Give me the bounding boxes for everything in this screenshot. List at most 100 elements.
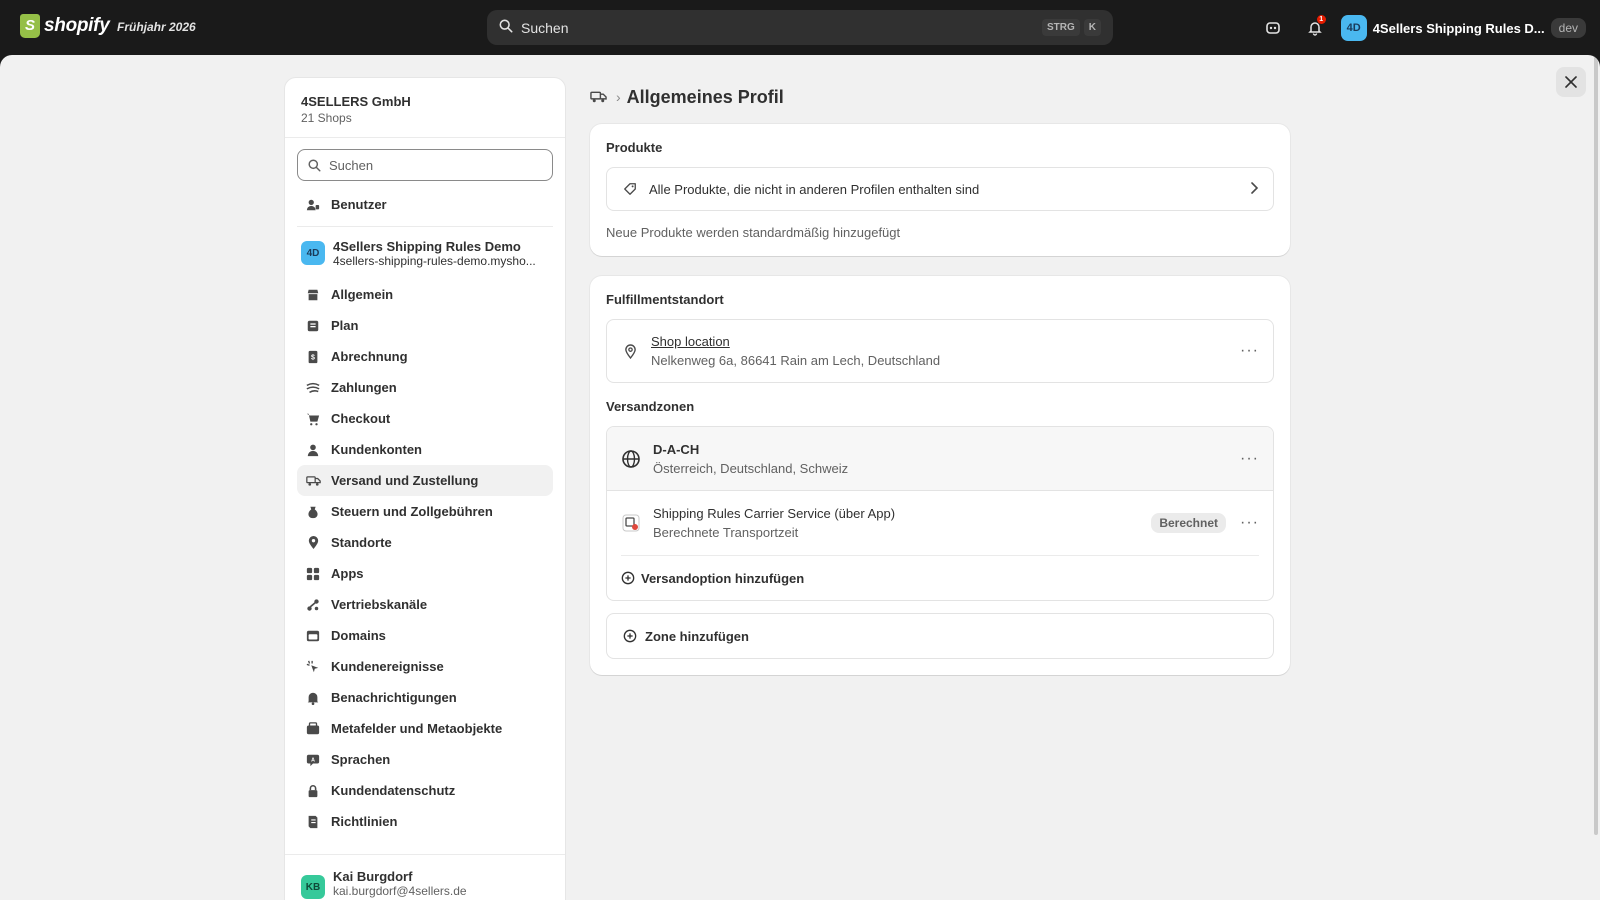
zone-more-icon[interactable]: ··· xyxy=(1240,450,1259,468)
org-name: 4SELLERS GmbH xyxy=(301,94,411,109)
store-avatar[interactable]: 4D xyxy=(1340,15,1367,41)
sidebar-item-events[interactable]: Kundenereignisse xyxy=(297,651,553,682)
sidebar-item-label: Versand und Zustellung xyxy=(331,473,479,488)
shortcut-ctrl: STRG xyxy=(1041,19,1080,36)
shopify-bag-icon xyxy=(20,14,40,38)
breadcrumb: › Allgemeines Profil xyxy=(590,77,1290,117)
chevron-right-icon: › xyxy=(616,89,621,105)
sidebar-item-label: Kundenereignisse xyxy=(331,659,444,674)
apps-icon xyxy=(305,566,321,582)
store-switcher-name[interactable]: 4Sellers Shipping Rules D... xyxy=(1373,21,1545,36)
sidebar-item-label: Kundenkonten xyxy=(331,442,422,457)
add-zone-button[interactable]: Zone hinzufügen xyxy=(606,613,1274,659)
svg-text:A: A xyxy=(311,757,315,763)
settings-search-input[interactable]: Suchen xyxy=(297,149,553,181)
divider xyxy=(297,226,553,227)
scrollbar[interactable] xyxy=(1594,55,1598,835)
settings-search-placeholder: Suchen xyxy=(329,157,374,173)
sidebar-item-label: Benachrichtigungen xyxy=(331,690,457,705)
lock-icon xyxy=(305,783,321,799)
fulfillment-card-title: Fulfillmentstandort xyxy=(606,292,724,307)
location-more-icon[interactable]: ··· xyxy=(1240,342,1259,360)
sidebar-item-truck[interactable]: Versand und Zustellung xyxy=(297,465,553,496)
language-icon: A xyxy=(305,752,321,768)
store-domain: 4sellers-shipping-rules-demo.mysho... xyxy=(333,253,536,268)
sidebar-item-channels[interactable]: Vertriebskanäle xyxy=(297,589,553,620)
sidebar-item-metafields[interactable]: Metafelder und Metaobjekte xyxy=(297,713,553,744)
sidekick-icon[interactable] xyxy=(1257,13,1289,43)
zones-title: Versandzonen xyxy=(606,399,695,414)
truck-icon xyxy=(305,473,321,489)
sidebar-item-label: Metafelder und Metaobjekte xyxy=(331,721,503,736)
sidebar-store-item[interactable]: 4D 4Sellers Shipping Rules Demo 4sellers… xyxy=(297,233,553,273)
rate-more-icon[interactable]: ··· xyxy=(1240,514,1259,532)
sidebar-item-bell[interactable]: Benachrichtigungen xyxy=(297,682,553,713)
shortcut-k: K xyxy=(1083,19,1101,36)
store-name: 4Sellers Shipping Rules Demo xyxy=(333,238,521,254)
sidebar-item-tax[interactable]: Steuern und Zollgebühren xyxy=(297,496,553,527)
location-row: Shop location Nelkenweg 6a, 86641 Rain a… xyxy=(606,319,1274,383)
sidebar-item-label: Zahlungen xyxy=(331,380,397,395)
billing-icon: $ xyxy=(305,349,321,365)
sidebar-item-language[interactable]: A Sprachen xyxy=(297,744,553,775)
sidebar-item-label: Kundendatenschutz xyxy=(331,783,456,798)
top-bar: shopify Frühjahr 2026 Suchen STRG K 1 4D… xyxy=(0,0,1600,55)
org-shop-count: 21 Shops xyxy=(301,111,352,125)
truck-icon[interactable] xyxy=(590,90,610,104)
location-name-link[interactable]: Shop location xyxy=(651,334,1240,349)
products-card: Produkte Alle Produkte, die nicht in and… xyxy=(590,124,1290,256)
sidebar-item-payments[interactable]: Zahlungen xyxy=(297,372,553,403)
dev-badge: dev xyxy=(1550,18,1586,38)
sidebar-item-store[interactable]: Allgemein xyxy=(297,279,553,310)
add-zone-label: Zone hinzufügen xyxy=(645,628,749,644)
plus-circle-icon xyxy=(621,629,639,643)
sidebar-item-label: Steuern und Zollgebühren xyxy=(331,504,493,519)
domains-icon xyxy=(305,628,321,644)
notification-count: 1 xyxy=(1316,15,1326,24)
user-name: Kai Burgdorf xyxy=(333,869,413,884)
sidebar-item-plan[interactable]: Plan xyxy=(297,310,553,341)
search-icon xyxy=(308,158,321,172)
rate-row[interactable]: Shipping Rules Carrier Service (über App… xyxy=(607,491,1273,555)
sidebar-item-billing[interactable]: $ Abrechnung xyxy=(297,341,553,372)
sidebar-item-apps[interactable]: Apps xyxy=(297,558,553,589)
cart-icon xyxy=(305,411,321,427)
shopify-logo[interactable]: shopify xyxy=(20,14,110,38)
sidebar-item-lock[interactable]: Kundendatenschutz xyxy=(297,775,553,806)
zone-countries: Österreich, Deutschland, Schweiz xyxy=(653,460,849,476)
sidebar-item-label: Plan xyxy=(331,318,359,333)
person-icon xyxy=(305,442,321,458)
sidebar-item-label: Vertriebskanäle xyxy=(331,597,428,612)
close-button[interactable] xyxy=(1556,67,1586,97)
globe-icon xyxy=(621,449,641,469)
sidebar-item-policy[interactable]: Richtlinien xyxy=(297,806,553,837)
global-search[interactable]: Suchen STRG K xyxy=(487,10,1113,45)
sidebar-item-label: Checkout xyxy=(331,411,391,426)
zone-header[interactable]: D-A-CH Österreich, Deutschland, Schweiz … xyxy=(607,427,1273,491)
store-icon xyxy=(305,287,321,303)
plan-icon xyxy=(305,318,321,334)
sidebar-item-label: Allgemein xyxy=(331,287,394,302)
location-pin-icon xyxy=(621,343,639,359)
sidebar-user[interactable]: KB Kai Burgdorf kai.burgdorf@4sellers.de xyxy=(285,854,565,900)
sidebar-item-cart[interactable]: Checkout xyxy=(297,403,553,434)
events-icon xyxy=(305,659,321,675)
bell-icon xyxy=(305,690,321,706)
channels-icon xyxy=(305,597,321,613)
chevron-right-icon xyxy=(1249,181,1259,197)
bell-icon[interactable]: 1 xyxy=(1299,13,1331,43)
add-rate-label: Versandoption hinzufügen xyxy=(641,570,805,586)
sidebar-item-location[interactable]: Standorte xyxy=(297,527,553,558)
sidebar-item-domains[interactable]: Domains xyxy=(297,620,553,651)
add-rate-button[interactable]: Versandoption hinzufügen xyxy=(607,556,1273,600)
products-row[interactable]: Alle Produkte, die nicht in anderen Prof… xyxy=(606,167,1274,211)
sidebar-item-users[interactable]: Benutzer xyxy=(297,189,553,220)
rate-name: Shipping Rules Carrier Service (über App… xyxy=(653,506,896,521)
sidebar-item-label: Standorte xyxy=(331,535,392,550)
sidebar-item-person[interactable]: Kundenkonten xyxy=(297,434,553,465)
store-avatar: 4D xyxy=(301,241,325,265)
fulfillment-card: Fulfillmentstandort Shop location Nelken… xyxy=(590,276,1290,675)
organization-header[interactable]: 4SELLERS GmbH 21 Shops xyxy=(285,78,565,138)
season-edition-label[interactable]: Frühjahr 2026 xyxy=(117,20,196,34)
users-icon xyxy=(305,197,321,213)
